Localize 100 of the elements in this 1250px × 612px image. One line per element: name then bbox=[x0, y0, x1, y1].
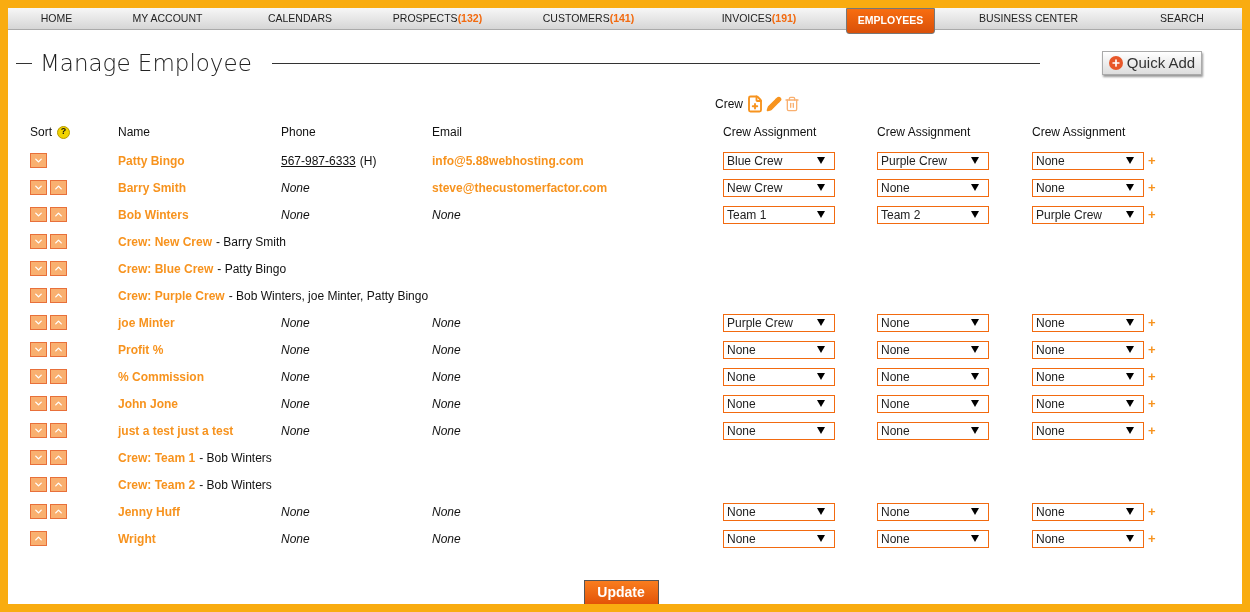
chevron-down-icon bbox=[33, 344, 44, 355]
crew-select[interactable]: None bbox=[877, 394, 989, 413]
trash-icon[interactable] bbox=[784, 96, 800, 112]
crew-select[interactable]: None bbox=[723, 421, 835, 440]
column-header: Email bbox=[432, 124, 463, 141]
move-up-button[interactable] bbox=[50, 369, 67, 384]
move-up-button[interactable] bbox=[50, 423, 67, 438]
move-up-button[interactable] bbox=[50, 207, 67, 222]
move-down-button[interactable] bbox=[30, 234, 47, 249]
crew-select[interactable]: None bbox=[877, 421, 989, 440]
move-up-button[interactable] bbox=[50, 234, 67, 249]
dropdown-arrow-icon bbox=[971, 157, 979, 164]
nav-tab[interactable]: INVOICES(191) bbox=[672, 8, 846, 29]
crew-select[interactable]: None bbox=[1032, 394, 1144, 413]
phone-text: None bbox=[281, 503, 311, 521]
chevron-up-icon bbox=[53, 290, 64, 301]
crew-select[interactable]: None bbox=[1032, 421, 1144, 440]
crew-select[interactable]: Blue Crew bbox=[723, 151, 835, 170]
chevron-up-icon bbox=[53, 209, 64, 220]
move-up-button[interactable] bbox=[50, 477, 67, 492]
move-up-button[interactable] bbox=[30, 531, 47, 546]
crew-select[interactable]: None bbox=[723, 502, 835, 521]
move-up-button[interactable] bbox=[50, 396, 67, 411]
crew-select[interactable]: None bbox=[723, 340, 835, 359]
move-down-button[interactable] bbox=[30, 153, 47, 168]
move-down-button[interactable] bbox=[30, 477, 47, 492]
move-down-button[interactable] bbox=[30, 315, 47, 330]
chevron-up-icon bbox=[53, 317, 64, 328]
crew-select[interactable]: None bbox=[1032, 313, 1144, 332]
nav-tab[interactable]: BUSINESS CENTER bbox=[935, 8, 1122, 29]
edit-icon[interactable] bbox=[766, 96, 782, 112]
column-header: Phone bbox=[281, 124, 317, 141]
crew-select[interactable]: None bbox=[1032, 529, 1144, 548]
move-up-button[interactable] bbox=[50, 504, 67, 519]
column-header: Name bbox=[118, 124, 151, 141]
crew-select[interactable]: None bbox=[877, 529, 989, 548]
crew-select[interactable]: None bbox=[877, 367, 989, 386]
crew-select[interactable]: None bbox=[877, 340, 989, 359]
phone-text: None bbox=[281, 206, 311, 224]
plus-icon bbox=[1108, 56, 1123, 70]
email-text: None bbox=[432, 503, 462, 521]
quick-add-button[interactable]: Quick Add bbox=[1101, 51, 1203, 75]
nav-tab[interactable]: HOME bbox=[8, 8, 105, 29]
move-down-button[interactable] bbox=[30, 180, 47, 195]
crew-select[interactable]: None bbox=[877, 178, 989, 197]
chevron-up-icon bbox=[53, 236, 64, 247]
move-down-button[interactable] bbox=[30, 423, 47, 438]
crew-select[interactable]: Purple Crew bbox=[1032, 205, 1144, 224]
crew-select[interactable]: New Crew bbox=[723, 178, 835, 197]
crew-select[interactable]: Team 2 bbox=[877, 205, 989, 224]
chevron-up-icon bbox=[53, 182, 64, 193]
nav-tab[interactable]: MY ACCOUNT bbox=[105, 8, 230, 29]
dropdown-arrow-icon bbox=[817, 346, 825, 353]
crew-select[interactable]: Purple Crew bbox=[877, 151, 989, 170]
crew-select[interactable]: Team 1 bbox=[723, 205, 835, 224]
phone-text: None bbox=[281, 314, 311, 332]
chevron-up-icon bbox=[53, 425, 64, 436]
help-icon[interactable]: ? bbox=[57, 125, 70, 139]
move-up-button[interactable] bbox=[50, 261, 67, 276]
move-up-button[interactable] bbox=[50, 180, 67, 195]
dropdown-arrow-icon bbox=[817, 319, 825, 326]
move-up-button[interactable] bbox=[50, 315, 67, 330]
dropdown-arrow-icon bbox=[1126, 346, 1134, 353]
nav-tab[interactable]: PROSPECTS(132) bbox=[370, 8, 505, 29]
crew-select[interactable]: None bbox=[723, 367, 835, 386]
nav-tab[interactable]: CUSTOMERS(141) bbox=[505, 8, 672, 29]
email-text: None bbox=[432, 395, 462, 413]
move-up-button[interactable] bbox=[50, 450, 67, 465]
column-header: Crew Assignment bbox=[723, 124, 818, 141]
crew-select[interactable]: None bbox=[723, 529, 835, 548]
crew-select[interactable]: None bbox=[1032, 178, 1144, 197]
crew-select[interactable]: None bbox=[723, 394, 835, 413]
move-down-button[interactable] bbox=[30, 396, 47, 411]
move-down-button[interactable] bbox=[30, 288, 47, 303]
crew-select[interactable]: Purple Crew bbox=[723, 313, 835, 332]
dropdown-arrow-icon bbox=[1126, 319, 1134, 326]
move-down-button[interactable] bbox=[30, 207, 47, 222]
move-up-button[interactable] bbox=[50, 342, 67, 357]
crew-select[interactable]: None bbox=[1032, 502, 1144, 521]
crew-members: - Barry Smith bbox=[216, 233, 287, 251]
phone-link[interactable]: 567-987-6333 bbox=[281, 151, 356, 170]
crew-select[interactable]: None bbox=[877, 313, 989, 332]
crew-select[interactable]: None bbox=[1032, 151, 1144, 170]
add-crew-icon[interactable] bbox=[746, 95, 764, 113]
move-down-button[interactable] bbox=[30, 369, 47, 384]
move-down-button[interactable] bbox=[30, 342, 47, 357]
nav-tab[interactable]: SEARCH bbox=[1122, 8, 1242, 29]
move-down-button[interactable] bbox=[30, 504, 47, 519]
move-down-button[interactable] bbox=[30, 261, 47, 276]
dropdown-arrow-icon bbox=[971, 184, 979, 191]
phone-text: None bbox=[281, 422, 311, 440]
crew-select[interactable]: None bbox=[877, 502, 989, 521]
move-down-button[interactable] bbox=[30, 450, 47, 465]
dropdown-arrow-icon bbox=[971, 373, 979, 380]
move-up-button[interactable] bbox=[50, 288, 67, 303]
chevron-up-icon bbox=[53, 344, 64, 355]
crew-members: - Bob Winters bbox=[199, 449, 272, 467]
nav-tab[interactable]: CALENDARS bbox=[230, 8, 370, 29]
crew-select[interactable]: None bbox=[1032, 340, 1144, 359]
crew-select[interactable]: None bbox=[1032, 367, 1144, 386]
